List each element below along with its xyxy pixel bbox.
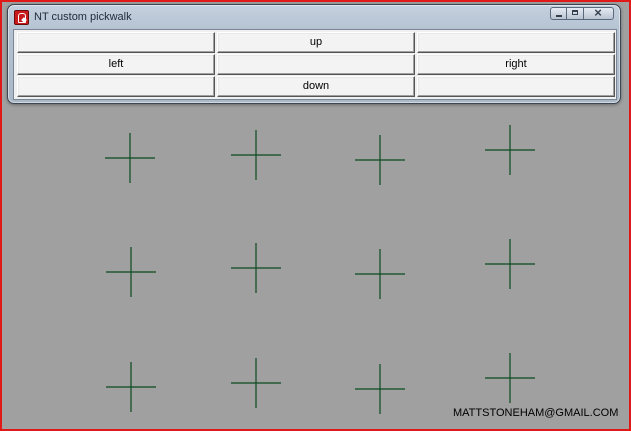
locator-cross-7[interactable]: [355, 249, 405, 299]
pick-up-right-button[interactable]: [417, 32, 615, 53]
close-icon[interactable]: [584, 5, 614, 21]
pick-down-button[interactable]: down: [217, 76, 415, 97]
locator-cross-1[interactable]: [105, 133, 155, 183]
pick-up-button[interactable]: up: [217, 32, 415, 53]
pick-center-button[interactable]: [217, 54, 415, 75]
locator-cross-11[interactable]: [355, 364, 405, 414]
title-bar[interactable]: NT custom pickwalk: [8, 5, 620, 31]
minimize-icon[interactable]: [550, 7, 567, 20]
pick-right-button[interactable]: right: [417, 54, 615, 75]
pickwalk-window: NT custom pickwalk up left right down: [7, 4, 621, 104]
locator-cross-12[interactable]: [485, 353, 535, 403]
pickwalk-grid: up left right down: [13, 29, 617, 100]
window-title: NT custom pickwalk: [34, 11, 132, 23]
caption-buttons: [550, 5, 614, 21]
locator-cross-3[interactable]: [355, 135, 405, 185]
locator-cross-9[interactable]: [106, 362, 156, 412]
pick-up-left-button[interactable]: [17, 32, 215, 53]
app-red-icon[interactable]: [14, 10, 29, 25]
author-email: MATTSTONEHAM@GMAIL.COM: [453, 407, 619, 419]
locator-cross-4[interactable]: [485, 125, 535, 175]
maximize-icon[interactable]: [567, 7, 584, 20]
locator-cross-2[interactable]: [231, 130, 281, 180]
pick-down-left-button[interactable]: [17, 76, 215, 97]
pick-left-button[interactable]: left: [17, 54, 215, 75]
pick-down-right-button[interactable]: [417, 76, 615, 97]
locator-cross-6[interactable]: [231, 243, 281, 293]
locator-cross-10[interactable]: [231, 358, 281, 408]
locator-cross-5[interactable]: [106, 247, 156, 297]
locator-cross-8[interactable]: [485, 239, 535, 289]
